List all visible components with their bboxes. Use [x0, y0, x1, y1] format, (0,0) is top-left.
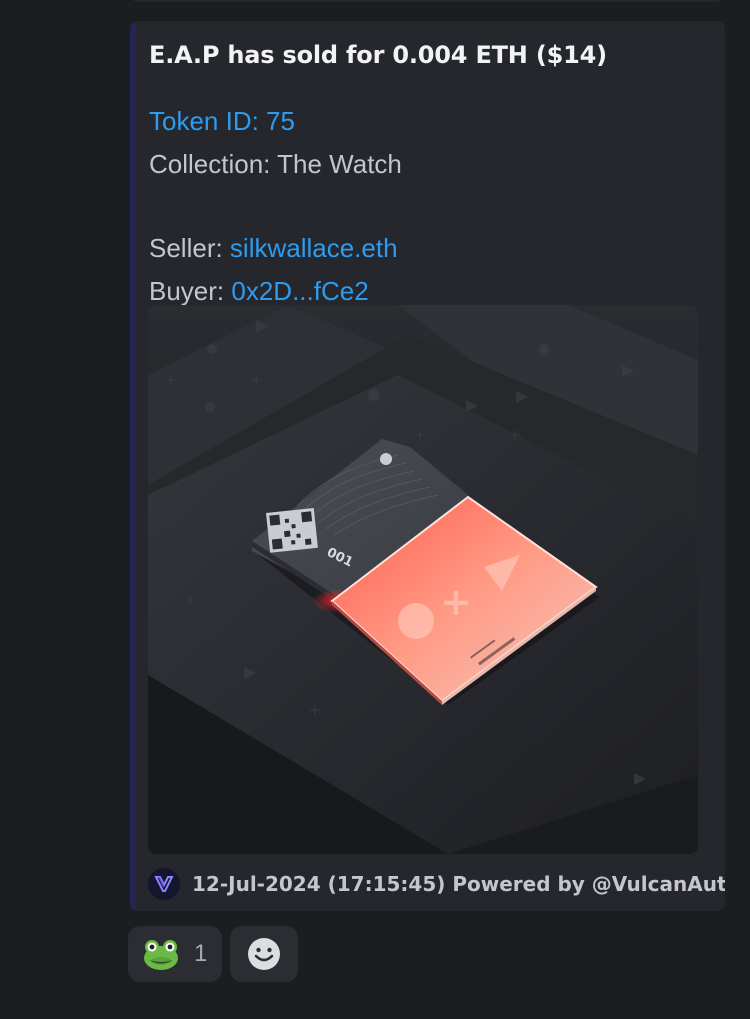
frog-reaction-button[interactable]: 1 — [128, 926, 222, 982]
embed-accent-bar — [130, 21, 136, 911]
seller-link[interactable]: silkwallace.eth — [230, 233, 398, 263]
seller-row: Seller: silkwallace.eth — [149, 233, 398, 264]
buyer-row: Buyer: 0x2D...fCe2 — [149, 276, 369, 307]
svg-text:+: + — [508, 425, 521, 444]
buyer-label: Buyer: — [149, 276, 232, 306]
embed-title: E.A.P has sold for 0.004 ETH ($14) — [149, 41, 607, 69]
collection-text: Collection: The Watch — [149, 149, 402, 179]
reaction-count: 1 — [194, 940, 208, 967]
embed-footer: 12-Jul-2024 (17:15:45) Powered by @Vulca… — [148, 867, 725, 901]
frog-face-emoji — [144, 940, 178, 970]
previous-message-embed — [130, 0, 724, 2]
vulcan-logo-icon — [148, 868, 180, 900]
add-reaction-smiley-icon — [248, 938, 280, 970]
seller-label: Seller: — [149, 233, 230, 263]
svg-text:+: + — [164, 370, 177, 389]
svg-text:+: + — [308, 700, 321, 719]
svg-text:+: + — [413, 425, 426, 444]
add-reaction-button[interactable] — [230, 926, 298, 982]
sale-embed: E.A.P has sold for 0.004 ETH ($14) Token… — [130, 21, 725, 911]
nft-image[interactable]: + + + + + + 001 + — [148, 305, 698, 854]
footer-text: 12-Jul-2024 (17:15:45) Powered by @Vulca… — [192, 872, 725, 896]
svg-text:+: + — [184, 590, 197, 609]
svg-text:+: + — [440, 580, 472, 624]
svg-text:+: + — [250, 370, 263, 389]
buyer-link[interactable]: 0x2D...fCe2 — [231, 276, 368, 306]
token-id-link[interactable]: Token ID: 75 — [149, 106, 295, 137]
